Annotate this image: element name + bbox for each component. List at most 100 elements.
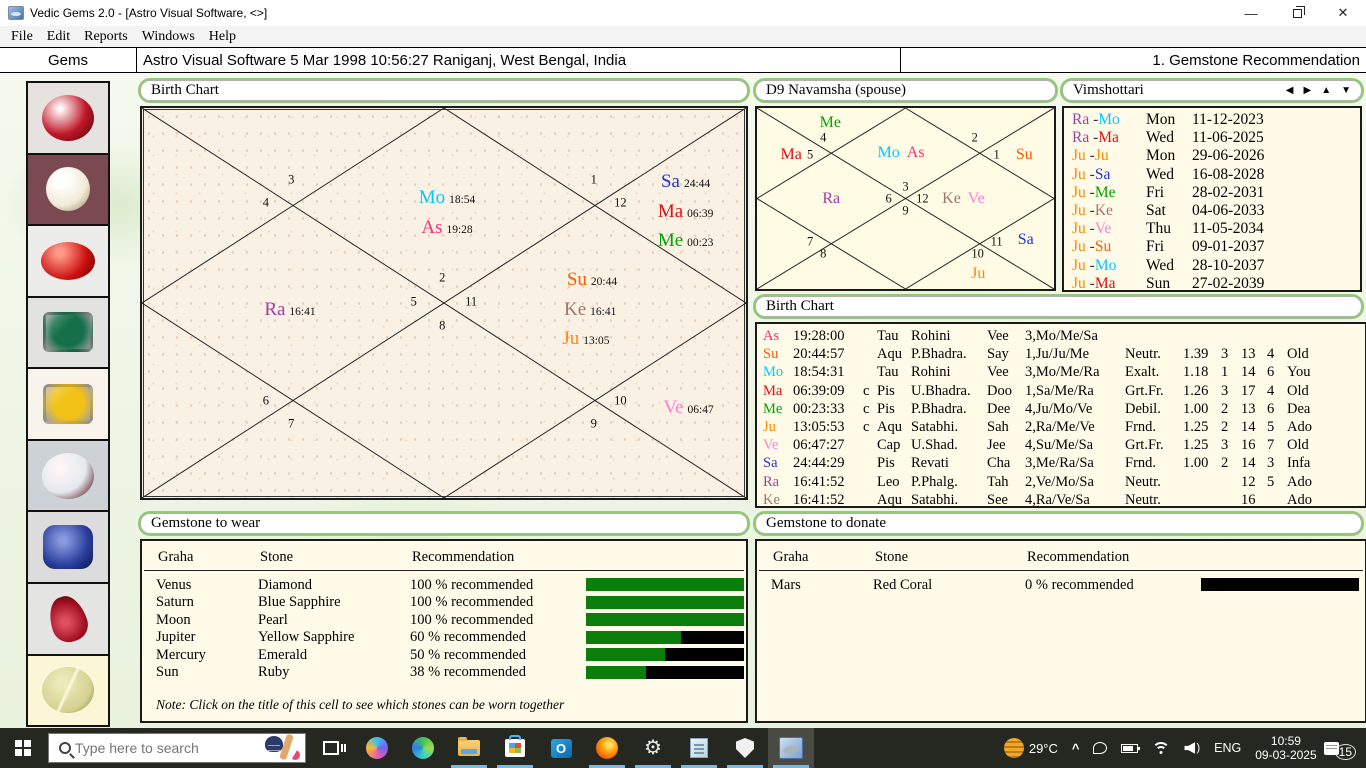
gem-blue-sapphire[interactable] [26, 510, 110, 584]
wear-title[interactable]: Gemstone to wear [140, 513, 748, 534]
position-row-ju: Ju13:05:53cAquSatabhi.Sah2,Ra/Me/VeFrnd.… [763, 418, 1365, 436]
minimize-button[interactable]: — [1228, 0, 1274, 26]
dasha-row-ju-ju[interactable]: Ju -JuMon29-06-2026 [1072, 147, 1360, 165]
dasha-row-ju-ve[interactable]: Ju -VeThu11-05-2034 [1072, 220, 1360, 238]
task-view-icon [323, 741, 339, 755]
taskbar-search[interactable] [48, 733, 306, 763]
dasha-row-ju-ke[interactable]: Ju -KeSat04-06-2033 [1072, 202, 1360, 220]
gem-pearl[interactable] [26, 153, 110, 227]
menu-file[interactable]: File [4, 29, 40, 45]
teams-icon [1093, 742, 1107, 754]
vimshottari-title[interactable]: Vimshottari ◀ ▶ ▲ ▼ [1062, 80, 1362, 101]
workspace: Birth Chart 341122511867109Mo18:54As19:2… [0, 73, 1366, 728]
vimshottari-panel: Vimshottari ◀ ▶ ▲ ▼ Ra -MoMon11-12-2023R… [1062, 80, 1362, 292]
volume-tray-button[interactable]: ) [1177, 728, 1207, 768]
positions-title[interactable]: Birth Chart [755, 296, 1362, 317]
gem-yellow-sapphire[interactable] [26, 367, 110, 441]
task-view-button[interactable] [308, 728, 354, 768]
vimshottari-next-button[interactable]: ▶ [1303, 85, 1311, 96]
vimshottari-up-button[interactable]: ▲ [1321, 85, 1331, 96]
app-icon [8, 6, 24, 20]
store-button[interactable] [492, 728, 538, 768]
dasha-row-ra-mo[interactable]: Ra -MoMon11-12-2023 [1072, 111, 1360, 129]
window-title: Vedic Gems 2.0 - [Astro Visual Software,… [30, 6, 267, 20]
security-button[interactable] [722, 728, 768, 768]
chevron-up-icon: ^ [1072, 741, 1080, 756]
system-tray: 29°C ^ ) ENG 10:59 09-03-2025 15 [997, 728, 1366, 768]
edge-button[interactable] [400, 728, 446, 768]
search-input[interactable] [71, 740, 263, 756]
planet-ju: Ju13:05 [562, 328, 609, 350]
weather-widget[interactable]: 29°C [997, 728, 1065, 768]
house-number-12: 12 [614, 195, 627, 210]
notification-center-button[interactable]: 15 [1324, 736, 1366, 760]
vedic-gems-taskbar-button[interactable] [768, 728, 814, 768]
outlook-icon: O [551, 739, 572, 758]
start-button[interactable] [0, 728, 46, 768]
wear-row-venus: VenusDiamond100 % recommended [142, 577, 746, 593]
dasha-row-ju-mo[interactable]: Ju -MoWed28-10-2037 [1072, 257, 1360, 275]
gem-cats-eye[interactable] [26, 654, 110, 728]
firefox-button[interactable] [584, 728, 630, 768]
gem-ruby[interactable] [26, 81, 110, 155]
birth-chart-panel: Birth Chart 341122511867109Mo18:54As19:2… [140, 80, 748, 500]
gem-emerald[interactable] [26, 296, 110, 370]
donate-title[interactable]: Gemstone to donate [755, 513, 1362, 534]
notepad-button[interactable] [676, 728, 722, 768]
file-explorer-button[interactable] [446, 728, 492, 768]
planet-as: As19:28 [421, 217, 472, 239]
teams-tray-button[interactable] [1086, 728, 1114, 768]
dasha-row-ju-su[interactable]: Ju -SuFri09-01-2037 [1072, 238, 1360, 256]
birth-chart-title[interactable]: Birth Chart [140, 80, 748, 101]
wifi-icon [1152, 742, 1170, 755]
menu-windows[interactable]: Windows [135, 29, 202, 45]
dasha-row-ju-sa[interactable]: Ju -SaWed16-08-2028 [1072, 166, 1360, 184]
wear-row-moon: MoonPearl100 % recommended [142, 612, 746, 628]
house-number-11: 11 [465, 295, 477, 310]
gem-red-coral[interactable] [26, 224, 110, 298]
sun-icon [1004, 738, 1024, 758]
copilot-button[interactable] [354, 728, 400, 768]
menu-reports[interactable]: Reports [77, 29, 135, 45]
gem-diamond[interactable] [26, 439, 110, 513]
network-tray-button[interactable] [1145, 728, 1177, 768]
language-indicator[interactable]: ENG [1207, 728, 1248, 768]
close-button[interactable]: ✕ [1320, 0, 1366, 26]
restore-button[interactable] [1274, 0, 1320, 26]
tray-expand-button[interactable]: ^ [1065, 728, 1087, 768]
store-icon [505, 739, 525, 757]
cricket-graphic [263, 734, 303, 762]
house-number-8: 8 [820, 246, 826, 261]
gem-garnet[interactable] [26, 582, 110, 656]
gear-icon: ⚙ [644, 738, 662, 758]
battery-tray-button[interactable] [1114, 728, 1145, 768]
recommendation-bar [586, 648, 744, 661]
volume-icon: ) [1184, 742, 1200, 754]
header-screen-title: 1. Gemstone Recommendation [901, 48, 1366, 72]
restore-icon [1293, 9, 1302, 18]
house-number-5: 5 [807, 148, 813, 163]
menu-help[interactable]: Help [202, 29, 243, 45]
vimshottari-prev-button[interactable]: ◀ [1286, 85, 1294, 96]
dasha-row-ju-ma[interactable]: Ju -MaSun27-02-2039 [1072, 275, 1360, 293]
header-row: Gems Astro Visual Software 5 Mar 1998 10… [0, 47, 1366, 73]
menu-edit[interactable]: Edit [40, 29, 77, 45]
navamsha-title[interactable]: D9 Navamsha (spouse) [755, 80, 1056, 101]
dasha-row-ju-me[interactable]: Ju -MeFri28-02-2031 [1072, 184, 1360, 202]
wear-row-saturn: SaturnBlue Sapphire100 % recommended [142, 594, 746, 610]
planet-ke: Ke16:41 [564, 299, 616, 321]
clock[interactable]: 10:59 09-03-2025 [1248, 728, 1323, 768]
header-birth-data: Astro Visual Software 5 Mar 1998 10:56:2… [137, 48, 901, 72]
outlook-button[interactable]: O [538, 728, 584, 768]
menu-bar: File Edit Reports Windows Help [0, 26, 1366, 47]
house-number-4: 4 [263, 195, 269, 210]
vimshottari-down-button[interactable]: ▼ [1341, 85, 1351, 96]
planet-sa: Sa [1018, 231, 1034, 249]
position-row-mo: Mo18:54:31TauRohiniVee3,Mo/Me/RaExalt.1.… [763, 363, 1365, 381]
wear-row-jupiter: JupiterYellow Sapphire60 % recommended [142, 629, 746, 645]
house-number-6: 6 [263, 393, 269, 408]
pearl-image [46, 167, 90, 211]
settings-button[interactable]: ⚙ [630, 728, 676, 768]
recommendation-bar [586, 578, 744, 591]
dasha-row-ra-ma[interactable]: Ra -MaWed11-06-2025 [1072, 129, 1360, 147]
